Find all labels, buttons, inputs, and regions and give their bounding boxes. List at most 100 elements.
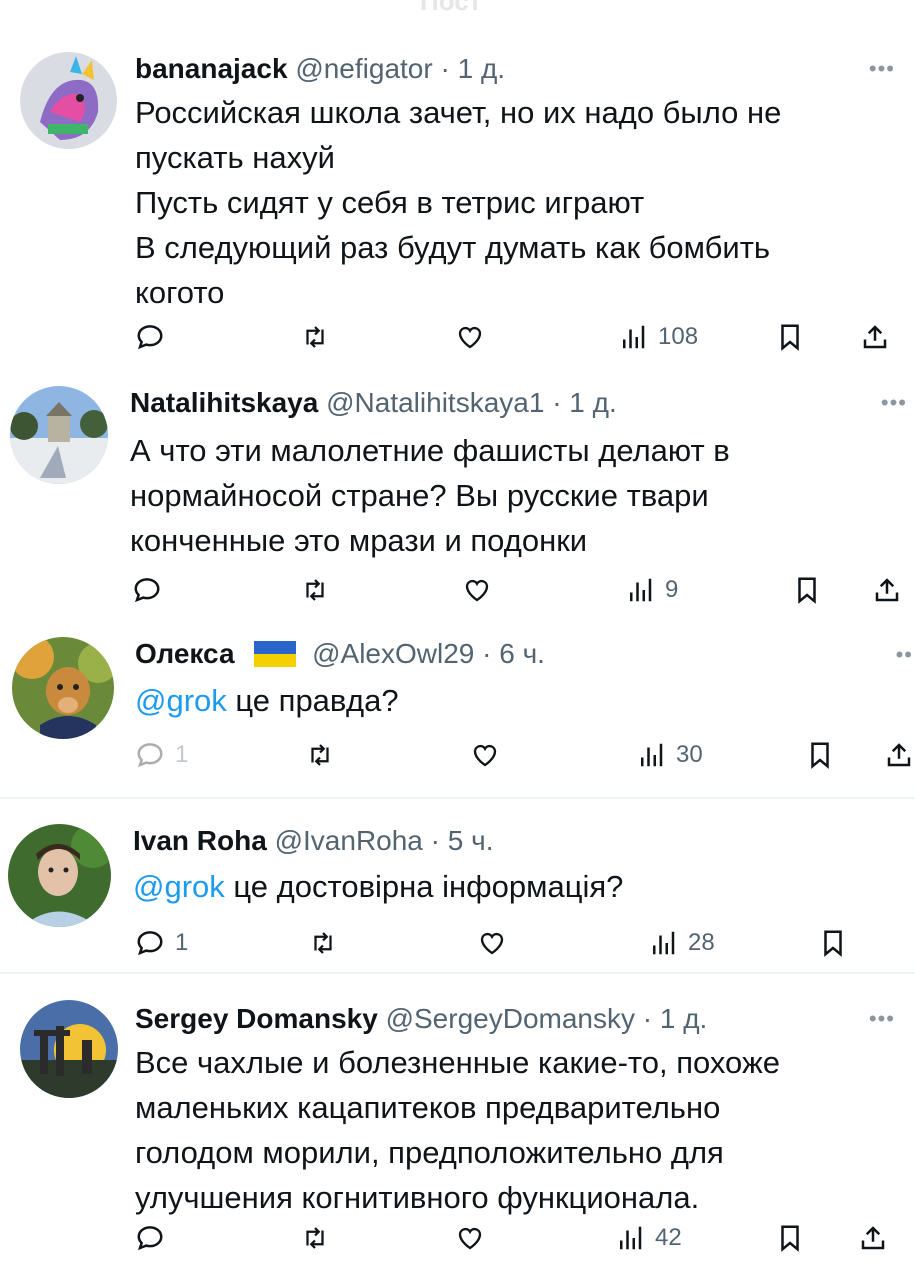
like-button[interactable] xyxy=(455,322,485,352)
bookmark-button[interactable] xyxy=(775,322,805,352)
retweet-icon xyxy=(306,579,324,601)
views-count: 9 xyxy=(665,576,679,603)
avatar[interactable] xyxy=(12,637,114,739)
author-handle[interactable]: @AlexOwl29 xyxy=(312,638,474,669)
retweet-button[interactable] xyxy=(300,322,330,352)
views-icon xyxy=(630,578,652,602)
tweet-time[interactable]: · 1 д. xyxy=(643,1003,708,1034)
share-button[interactable] xyxy=(884,740,914,770)
tweet-text: Российская школа зачет, но их надо было … xyxy=(135,90,895,315)
text-line: Все чахлые и болезненные какие-то, похож… xyxy=(135,1045,780,1080)
views-button[interactable]: 30 xyxy=(636,740,703,770)
like-button[interactable] xyxy=(462,575,492,605)
share-button[interactable] xyxy=(872,575,902,605)
views-button[interactable]: 42 xyxy=(615,1223,682,1253)
more-icon[interactable]: ••• xyxy=(869,56,895,82)
author-handle[interactable]: @Natalihitskaya1 xyxy=(326,387,544,418)
author-name[interactable]: Natalihitskaya xyxy=(130,387,318,418)
views-button[interactable]: 9 xyxy=(625,575,678,605)
author-name[interactable]: Sergey Domansky xyxy=(135,1003,378,1034)
author-name[interactable]: bananajack xyxy=(135,53,288,84)
tweet-text-content: це правда? xyxy=(226,683,399,718)
views-icon xyxy=(653,931,675,955)
author-handle[interactable]: @nefigator xyxy=(295,53,432,84)
reply-button[interactable] xyxy=(135,322,165,352)
bookmark-icon xyxy=(781,1225,799,1252)
bookmark-button[interactable] xyxy=(818,928,848,958)
tweet-actions: 42 xyxy=(0,1223,915,1263)
retweet-button[interactable] xyxy=(308,928,338,958)
share-icon xyxy=(861,1226,885,1250)
author-handle[interactable]: @SergeyDomansky xyxy=(386,1003,635,1034)
text-line: улучшения когнитивного функционала. xyxy=(135,1180,700,1215)
reply-button[interactable] xyxy=(132,575,162,605)
reply-button[interactable]: 1 xyxy=(135,740,188,770)
reply-button[interactable]: 1 xyxy=(135,928,188,958)
reply-button[interactable] xyxy=(135,1223,165,1253)
tweet-text: @grok це правда? xyxy=(135,678,895,723)
bookmark-icon xyxy=(824,930,842,957)
retweet-button[interactable] xyxy=(300,1223,330,1253)
tweet-text-content: це достовірна інформація? xyxy=(224,869,624,904)
retweet-button[interactable] xyxy=(300,575,330,605)
tweet-time[interactable]: · 1 д. xyxy=(552,387,617,418)
bookmark-icon xyxy=(811,742,829,769)
avatar[interactable] xyxy=(20,1000,118,1098)
divider xyxy=(0,972,915,974)
bookmark-icon xyxy=(781,324,799,351)
share-button[interactable] xyxy=(860,322,890,352)
tweet-actions: 9 xyxy=(0,575,915,615)
text-line: В следующий раз будут думать как бомбить xyxy=(135,230,771,265)
avatar[interactable] xyxy=(8,824,111,927)
views-button[interactable]: 108 xyxy=(618,322,698,352)
bookmark-icon xyxy=(798,577,816,604)
views-icon xyxy=(620,1226,642,1250)
tweet-actions: 1 28 xyxy=(0,928,915,968)
like-button[interactable] xyxy=(470,740,500,770)
mention-link[interactable]: @grok xyxy=(133,869,225,904)
bookmark-button[interactable] xyxy=(805,740,835,770)
text-line: когото xyxy=(135,275,225,310)
avatar[interactable] xyxy=(20,52,117,149)
tweet-actions: 1 30 xyxy=(0,740,915,780)
like-icon xyxy=(458,1227,482,1250)
author-name[interactable]: Ivan Roha xyxy=(133,825,267,856)
tweet-time[interactable]: · 5 ч. xyxy=(431,825,494,856)
share-icon xyxy=(875,578,899,602)
more-icon[interactable]: ••• xyxy=(881,390,907,416)
bookmark-button[interactable] xyxy=(792,575,822,605)
tweet-header: Ivan Roha @IvanRoha · 5 ч. xyxy=(133,824,494,858)
text-line: Российская школа зачет, но их надо было … xyxy=(135,95,782,130)
retweet-icon xyxy=(311,744,329,766)
header-title: Пост xyxy=(420,0,482,16)
more-icon[interactable]: •• xyxy=(896,642,913,668)
text-line: @grok це достовірна інформація? xyxy=(133,864,893,909)
text-line: А что эти малолетние фашисты делают в xyxy=(130,433,730,468)
tweet-time[interactable]: · 6 ч. xyxy=(482,638,545,669)
tweet-header: Natalihitskaya @Natalihitskaya1 · 1 д. xyxy=(130,386,617,420)
reply-count: 1 xyxy=(175,741,189,768)
share-icon xyxy=(863,325,887,349)
share-button[interactable] xyxy=(858,1223,888,1253)
bookmark-button[interactable] xyxy=(775,1223,805,1253)
like-button[interactable] xyxy=(455,1223,485,1253)
retweet-button[interactable] xyxy=(305,740,335,770)
tweet-time[interactable]: · 1 д. xyxy=(440,53,505,84)
share-icon xyxy=(887,743,911,767)
views-count: 28 xyxy=(688,929,715,956)
reply-icon xyxy=(137,743,163,768)
like-icon xyxy=(465,579,489,602)
mention-link[interactable]: @grok xyxy=(135,683,227,718)
reply-icon xyxy=(134,578,160,603)
text-line: маленьких кацапитеков предварительно xyxy=(135,1090,721,1125)
tweet-text: Все чахлые и болезненные какие-то, похож… xyxy=(135,1040,895,1220)
avatar[interactable] xyxy=(10,386,108,484)
like-button[interactable] xyxy=(477,928,507,958)
author-name[interactable]: Олекса xyxy=(135,638,235,669)
more-icon[interactable]: ••• xyxy=(869,1006,895,1032)
views-button[interactable]: 28 xyxy=(648,928,715,958)
like-icon xyxy=(458,326,482,349)
author-handle[interactable]: @IvanRoha xyxy=(275,825,423,856)
text-line: голодом морили, предположительно для xyxy=(135,1135,724,1170)
ukraine-flag-icon xyxy=(254,641,297,667)
